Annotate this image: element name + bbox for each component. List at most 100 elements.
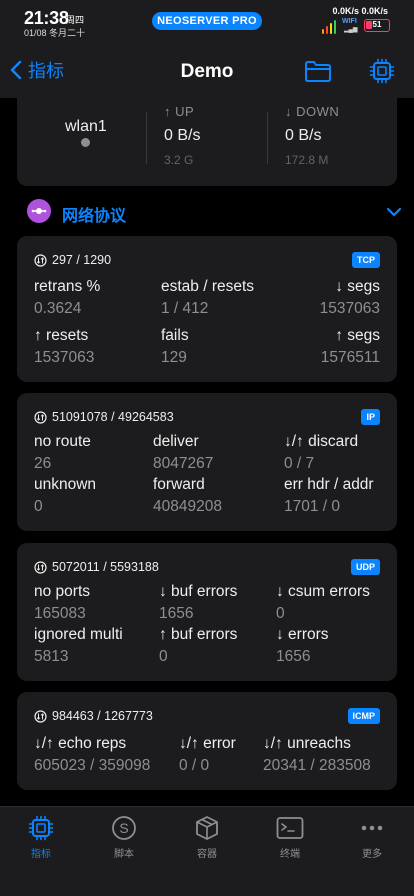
stat-label: ↑ resets bbox=[34, 327, 89, 344]
status-date: 01/08 冬月二十 bbox=[24, 28, 86, 38]
divider bbox=[146, 112, 147, 164]
tab-containers[interactable]: 容器 bbox=[177, 815, 237, 860]
stat-value: 26 bbox=[34, 455, 52, 472]
stat-cell: estab / resets 1 / 412 bbox=[161, 278, 254, 318]
stat-value: 165083 bbox=[34, 605, 86, 622]
upload-total: 3.2 G bbox=[164, 153, 194, 167]
tcp-card[interactable]: 297 / 1290 TCP retrans % 0.3624 estab / r… bbox=[17, 236, 397, 382]
icmp-card[interactable]: 984463 / 1267773 ICMP ↓/↑ echo reps 60502… bbox=[17, 692, 397, 790]
navigation-bar: 指标 Demo bbox=[0, 42, 414, 98]
stat-cell: ↑ buf errors 0 bbox=[159, 626, 237, 666]
stat-cell: ignored multi 5813 bbox=[34, 626, 123, 666]
stat-cell: err hdr / addr 1701 / 0 bbox=[284, 476, 374, 516]
stat-value: 20341 / 283508 bbox=[263, 757, 371, 774]
terminal-icon bbox=[276, 817, 304, 839]
stat-label: forward bbox=[153, 476, 205, 493]
stat-cell: ↓ csum errors 0 bbox=[276, 583, 370, 623]
tab-bar: 指标 S 脚本 容器 终端 更多 bbox=[0, 806, 414, 896]
transfer-icon bbox=[34, 253, 47, 267]
stat-cell: unknown 0 bbox=[34, 476, 96, 516]
stat-value: 605023 / 359098 bbox=[34, 757, 151, 774]
stat-value: 8047267 bbox=[153, 455, 214, 472]
stat-label: retrans % bbox=[34, 278, 101, 295]
stat-label: ↓ errors bbox=[276, 626, 329, 643]
tab-label: 容器 bbox=[197, 849, 217, 860]
stat-label: ↓ segs bbox=[335, 278, 380, 295]
stat-value: 1701 / 0 bbox=[284, 498, 341, 515]
stat-cell: ↓ errors 1656 bbox=[276, 626, 329, 666]
transfer-icon bbox=[34, 560, 47, 574]
stat-value: 1656 bbox=[159, 605, 194, 622]
chevron-down-icon[interactable] bbox=[386, 205, 402, 219]
protocol-badge: IP bbox=[361, 409, 380, 425]
udp-card[interactable]: 5072011 / 5593188 UDP no ports 165083 ↓ b… bbox=[17, 543, 397, 681]
stat-value: 0 bbox=[159, 648, 168, 665]
more-icon bbox=[361, 825, 383, 831]
status-bar: 21:38 周四 01/08 冬月二十 NEOSERVER PRO 0.0K/s… bbox=[0, 0, 414, 42]
stat-cell: no ports 165083 bbox=[34, 583, 90, 623]
packets-in-out: 297 / 1290 bbox=[52, 253, 112, 267]
stat-label: no route bbox=[34, 433, 91, 450]
network-protocol-section-header[interactable]: 网络协议 bbox=[27, 197, 402, 227]
tab-scripts[interactable]: S 脚本 bbox=[94, 815, 154, 860]
download-label: ↓ DOWN bbox=[285, 104, 340, 119]
net-speed: 0.0K/s 0.0K/s bbox=[332, 6, 388, 16]
stat-label: err hdr / addr bbox=[284, 476, 374, 493]
card-header: 297 / 1290 bbox=[34, 253, 111, 267]
tab-label: 更多 bbox=[362, 849, 382, 860]
stat-cell: ↓ segs 1537063 bbox=[320, 278, 380, 318]
signal-bar-icon bbox=[326, 26, 328, 34]
stat-cell: no route 26 bbox=[34, 433, 91, 473]
protocol-badge: ICMP bbox=[347, 708, 380, 724]
battery-level: 51 bbox=[372, 20, 382, 29]
divider bbox=[267, 112, 268, 164]
stat-value: 1537063 bbox=[34, 349, 95, 366]
folder-icon[interactable] bbox=[304, 59, 332, 83]
tab-terminal[interactable]: 终端 bbox=[260, 815, 320, 860]
stat-value: 0 / 7 bbox=[284, 455, 315, 472]
signal-bar-icon bbox=[330, 23, 332, 34]
wifi-icon: WIFI bbox=[342, 18, 357, 25]
tab-label: 终端 bbox=[280, 849, 300, 860]
card-header: 984463 / 1267773 bbox=[34, 709, 153, 723]
interface-card[interactable]: wlan1 ↑ UP 0 B/s 3.2 G ↓ DOWN 0 B/s 172.… bbox=[17, 92, 397, 186]
signal-bar-icon bbox=[334, 20, 336, 34]
stat-label: no ports bbox=[34, 583, 91, 600]
status-icons: WIFI ▂▄▆ 51 bbox=[322, 18, 392, 34]
stat-value: 5813 bbox=[34, 648, 69, 665]
tab-more[interactable]: 更多 bbox=[342, 815, 402, 860]
chip-icon[interactable] bbox=[369, 58, 395, 84]
stat-label: ↓/↑ unreachs bbox=[263, 735, 351, 752]
interface-status-dot bbox=[81, 138, 90, 147]
stat-cell: ↓/↑ echo reps 605023 / 359098 bbox=[34, 735, 150, 775]
packets-in-out: 51091078 / 49264583 bbox=[52, 410, 174, 424]
stat-label: unknown bbox=[34, 476, 97, 493]
stat-value: 40849208 bbox=[153, 498, 222, 515]
stat-value: 1576511 bbox=[320, 349, 380, 366]
stat-value: 0 / 0 bbox=[179, 757, 210, 774]
stat-label: ↓ csum errors bbox=[276, 583, 370, 600]
ip-card[interactable]: 51091078 / 49264583 IP no route 26 delive… bbox=[17, 393, 397, 531]
stat-value: 1537063 bbox=[319, 300, 380, 317]
stat-label: fails bbox=[161, 327, 189, 344]
battery-icon: 51 bbox=[364, 19, 390, 32]
stat-value: 129 bbox=[161, 349, 187, 366]
wifi-strength-icon: ▂▄▆ bbox=[344, 27, 358, 33]
stat-cell: deliver 8047267 bbox=[153, 433, 213, 473]
stat-label: ↑ buf errors bbox=[159, 626, 238, 643]
card-header: 5072011 / 5593188 bbox=[34, 560, 159, 574]
download-rate: 0 B/s bbox=[285, 127, 322, 144]
upload-label: ↑ UP bbox=[164, 104, 195, 119]
stat-label: ↓/↑ error bbox=[179, 735, 236, 752]
interface-name: wlan1 bbox=[65, 118, 107, 135]
network-protocol-icon bbox=[27, 199, 51, 223]
stat-label: ignored multi bbox=[34, 626, 123, 643]
download-stats: ↓ DOWN 0 B/s 172.8 M bbox=[285, 104, 339, 167]
stat-label: ↓/↑ discard bbox=[284, 433, 359, 450]
stat-cell: fails 129 bbox=[161, 327, 189, 367]
download-total: 172.8 M bbox=[285, 153, 329, 167]
tab-metrics[interactable]: 指标 bbox=[11, 815, 71, 860]
packets-in-out: 5072011 / 5593188 bbox=[52, 560, 159, 574]
app-badge[interactable]: NEOSERVER PRO bbox=[152, 12, 262, 30]
stat-cell: forward 40849208 bbox=[153, 476, 222, 516]
